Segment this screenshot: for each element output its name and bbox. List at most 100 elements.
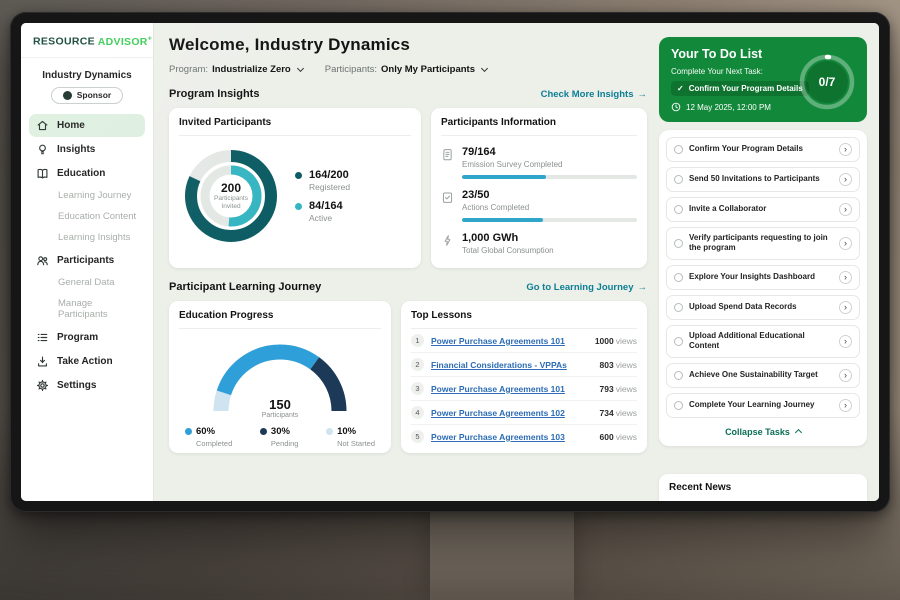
lesson-rank: 2	[411, 358, 424, 371]
task-checkbox[interactable]	[674, 401, 683, 410]
sidebar-item-take-action[interactable]: Take Action	[29, 350, 145, 373]
task-item-send-invitations[interactable]: Send 50 Invitations to Participants ›	[666, 167, 860, 192]
sidebar-item-general-data[interactable]: General Data	[29, 273, 145, 293]
lesson-link[interactable]: Power Purchase Agreements 103	[431, 432, 593, 442]
sidebar-item-label: Home	[57, 120, 85, 131]
lesson-views: 734views	[600, 408, 637, 418]
lesson-views: 600views	[600, 432, 637, 442]
lesson-row[interactable]: 4 Power Purchase Agreements 102 734views	[411, 401, 637, 425]
sidebar-item-program[interactable]: Program	[29, 326, 145, 349]
legend-completed: 60% Completed	[185, 426, 232, 448]
lesson-row[interactable]: 2 Financial Considerations - VPPAs 803vi…	[411, 353, 637, 377]
logo-text-advisor: ADVISOR+	[98, 36, 152, 48]
lesson-row[interactable]: 3 Power Purchase Agreements 101 793views	[411, 377, 637, 401]
sidebar-item-learning-journey[interactable]: Learning Journey	[29, 186, 145, 206]
task-checkbox[interactable]	[674, 273, 683, 282]
task-checkbox[interactable]	[674, 337, 683, 346]
participants-dropdown[interactable]: Participants: Only My Participants	[325, 64, 487, 75]
task-checkbox[interactable]	[674, 205, 683, 214]
task-checkbox[interactable]	[674, 303, 683, 312]
arrow-right-icon: →	[638, 89, 648, 100]
task-label: Confirm Your Program Details	[689, 144, 833, 154]
sidebar-item-education[interactable]: Education	[29, 162, 145, 185]
card-title: Top Lessons	[411, 310, 637, 329]
sidebar-item-home[interactable]: Home	[29, 114, 145, 137]
chevron-down-icon	[297, 65, 304, 72]
task-chevron-icon[interactable]: ›	[839, 369, 852, 382]
task-chevron-icon[interactable]: ›	[839, 271, 852, 284]
task-chevron-icon[interactable]: ›	[839, 335, 852, 348]
lesson-views: 793views	[600, 384, 637, 394]
task-label: Upload Spend Data Records	[689, 302, 833, 312]
task-chevron-icon[interactable]: ›	[839, 173, 852, 186]
lesson-row[interactable]: 5 Power Purchase Agreements 103 600views	[411, 425, 637, 448]
chevron-down-icon	[481, 65, 488, 72]
go-to-learning-journey-link[interactable]: Go to Learning Journey →	[526, 282, 647, 293]
sidebar-item-settings[interactable]: Settings	[29, 374, 145, 397]
emission-progress-bar	[462, 175, 637, 179]
task-chevron-icon[interactable]: ›	[839, 237, 852, 250]
donut-center-label: Participants Invited	[208, 195, 254, 212]
participants-information-card: Participants Information 79/164 Emission…	[431, 108, 647, 268]
todo-progress-ring: 0/7	[797, 52, 857, 112]
task-label: Invite a Collaborator	[689, 204, 833, 214]
task-checkbox[interactable]	[674, 239, 683, 248]
program-dropdown-value: Industrialize Zero	[212, 64, 291, 75]
arrow-right-icon: →	[638, 282, 648, 293]
check-more-insights-link[interactable]: Check More Insights →	[541, 89, 647, 100]
education-icon	[36, 167, 49, 180]
invited-donut-chart: 200 Participants Invited	[179, 144, 283, 248]
sidebar-item-manage-participants[interactable]: Manage Participants	[29, 294, 145, 325]
task-checkbox[interactable]	[674, 175, 683, 184]
task-checkbox[interactable]	[674, 371, 683, 380]
lesson-link[interactable]: Power Purchase Agreements 101	[431, 384, 593, 394]
filters-row: Program: Industrialize Zero Participants…	[169, 64, 647, 75]
main-content: Welcome, Industry Dynamics Program: Indu…	[154, 23, 657, 501]
check-icon: ✓	[677, 84, 684, 93]
lesson-link[interactable]: Power Purchase Agreements 102	[431, 408, 593, 418]
task-checkbox[interactable]	[674, 145, 683, 154]
participants-dropdown-label: Participants:	[325, 64, 377, 75]
task-chevron-icon[interactable]: ›	[839, 399, 852, 412]
task-item-complete-learning-journey[interactable]: Complete Your Learning Journey ›	[666, 393, 860, 418]
sidebar-item-label: Manage Participants	[58, 298, 139, 320]
collapse-tasks-button[interactable]: Collapse Tasks	[666, 423, 860, 442]
task-item-confirm-program[interactable]: Confirm Your Program Details ›	[666, 137, 860, 162]
sidebar-item-label: Insights	[57, 144, 95, 155]
sidebar-item-learning-insights[interactable]: Learning Insights	[29, 228, 145, 248]
sidebar-item-participants[interactable]: Participants	[29, 249, 145, 272]
task-item-upload-spend-data[interactable]: Upload Spend Data Records ›	[666, 295, 860, 320]
education-progress-card: Education Progress 150 Participants	[169, 301, 391, 453]
lesson-link[interactable]: Power Purchase Agreements 101	[431, 336, 588, 346]
card-title: Education Progress	[179, 310, 381, 329]
sidebar-item-education-content[interactable]: Education Content	[29, 207, 145, 227]
sidebar-item-label: Program	[57, 332, 98, 343]
photo-background: RESOURCE ADVISOR+ Industry Dynamics Spon…	[0, 0, 900, 600]
task-item-verify-participants[interactable]: Verify participants requesting to join t…	[666, 227, 860, 260]
recent-news-header[interactable]: Recent News	[659, 474, 867, 501]
education-gauge-chart: 150 Participants	[205, 335, 355, 419]
program-dropdown[interactable]: Program: Industrialize Zero	[169, 64, 303, 75]
task-chevron-icon[interactable]: ›	[839, 301, 852, 314]
task-item-invite-collaborator[interactable]: Invite a Collaborator ›	[666, 197, 860, 222]
lesson-rank: 5	[411, 430, 424, 443]
lesson-link[interactable]: Financial Considerations - VPPAs	[431, 360, 593, 370]
task-item-upload-educational-content[interactable]: Upload Additional Educational Content ›	[666, 325, 860, 358]
lesson-row[interactable]: 1 Power Purchase Agreements 101 1000view…	[411, 329, 637, 353]
learning-journey-header: Participant Learning Journey Go to Learn…	[169, 281, 647, 293]
task-item-achieve-target[interactable]: Achieve One Sustainability Target ›	[666, 363, 860, 388]
sponsor-badge[interactable]: Sponsor	[51, 87, 123, 104]
task-item-explore-insights[interactable]: Explore Your Insights Dashboard ›	[666, 265, 860, 290]
sidebar-item-insights[interactable]: Insights	[29, 138, 145, 161]
task-chevron-icon[interactable]: ›	[839, 203, 852, 216]
lesson-views: 803views	[600, 360, 637, 370]
task-chevron-icon[interactable]: ›	[839, 143, 852, 156]
info-row-actions: 23/50 Actions Completed	[441, 189, 637, 222]
invited-participants-card: Invited Participants 200	[169, 108, 421, 268]
lesson-rank: 1	[411, 334, 424, 347]
legend-active: 84/164 Active	[295, 200, 350, 223]
todo-next-task[interactable]: ✓ Confirm Your Program Details	[671, 81, 809, 96]
todo-subtitle: Complete Your Next Task:	[671, 67, 801, 76]
app-logo: RESOURCE ADVISOR+	[21, 35, 153, 58]
section-title: Program Insights	[169, 88, 259, 100]
